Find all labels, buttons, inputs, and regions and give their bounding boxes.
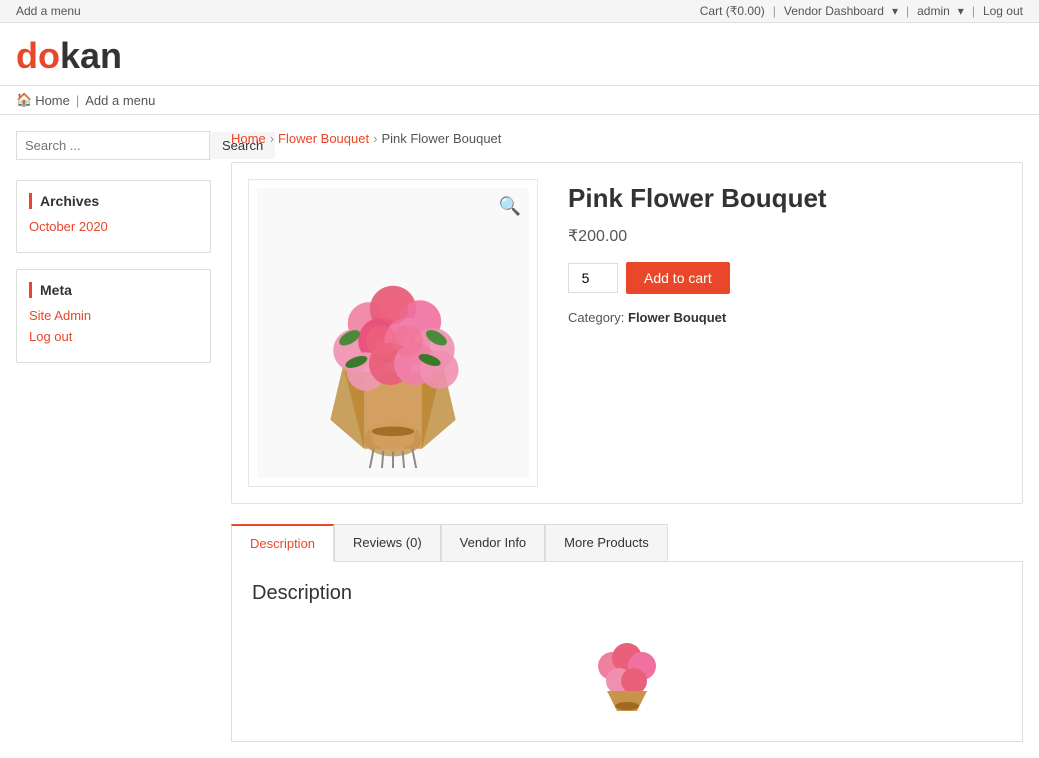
add-to-cart-button[interactable]: Add to cart: [626, 262, 730, 294]
product-section: 🔍: [231, 162, 1023, 504]
tab-reviews[interactable]: Reviews (0): [334, 524, 441, 562]
breadcrumb-sep1: ›: [270, 131, 274, 146]
nav-add-menu[interactable]: Add a menu: [85, 93, 155, 108]
meta-section: Meta Site Admin Log out: [16, 269, 211, 363]
product-image: 🔍: [257, 188, 529, 478]
admin-link[interactable]: admin: [917, 4, 950, 18]
logo-do: do: [16, 35, 60, 76]
site-admin-link[interactable]: Site Admin: [29, 308, 198, 323]
top-bar-right: Cart (₹0.00) | Vendor Dashboard ▾ | admi…: [700, 4, 1023, 18]
search-input[interactable]: [17, 132, 209, 159]
product-category: Category: Flower Bouquet: [568, 310, 1006, 325]
archives-section: Archives October 2020: [16, 180, 211, 253]
vendor-dashboard-link[interactable]: Vendor Dashboard: [784, 4, 884, 18]
description-heading: Description: [252, 582, 1002, 605]
tab-description[interactable]: Description: [231, 524, 334, 562]
description-image: [567, 621, 687, 721]
divider2: |: [906, 4, 909, 18]
product-image-svg: [273, 198, 513, 468]
main-nav: 🏠 Home | Add a menu: [0, 86, 1039, 115]
meta-title: Meta: [29, 282, 198, 298]
top-bar: Add a menu Cart (₹0.00) | Vendor Dashboa…: [0, 0, 1039, 23]
breadcrumb-current: Pink Flower Bouquet: [381, 131, 501, 146]
archives-title: Archives: [29, 193, 198, 209]
tab-content-description: Description: [231, 562, 1023, 742]
product-title: Pink Flower Bouquet: [568, 183, 1006, 214]
divider1: |: [773, 4, 776, 18]
breadcrumb-category[interactable]: Flower Bouquet: [278, 131, 369, 146]
nav-sep: |: [76, 93, 79, 108]
top-bar-left[interactable]: Add a menu: [16, 4, 81, 18]
category-label: Category:: [568, 310, 624, 325]
tabs: Description Reviews (0) Vendor Info More…: [231, 524, 1023, 742]
description-bouquet-svg: [577, 626, 677, 716]
archives-october-2020[interactable]: October 2020: [29, 219, 198, 234]
breadcrumb-sep2: ›: [373, 131, 377, 146]
breadcrumb-home[interactable]: Home: [231, 131, 266, 146]
dropdown-arrow1: ▾: [892, 4, 898, 18]
zoom-icon[interactable]: 🔍: [499, 196, 521, 217]
header: dokan: [0, 23, 1039, 86]
nav-home[interactable]: 🏠 Home: [16, 92, 70, 108]
tab-list: Description Reviews (0) Vendor Info More…: [231, 524, 1023, 562]
logout-link[interactable]: Log out: [983, 4, 1023, 18]
nav-home-label: Home: [35, 93, 70, 108]
dropdown-arrow2: ▾: [958, 4, 964, 18]
tab-more-products[interactable]: More Products: [545, 524, 668, 562]
home-icon: 🏠: [16, 92, 32, 108]
category-link[interactable]: Flower Bouquet: [628, 310, 726, 325]
content: Home › Flower Bouquet › Pink Flower Bouq…: [231, 131, 1023, 742]
product-details: Pink Flower Bouquet ₹200.00 Add to cart …: [568, 179, 1006, 487]
main-layout: Search Archives October 2020 Meta Site A…: [0, 115, 1039, 758]
sidebar: Search Archives October 2020 Meta Site A…: [16, 131, 211, 742]
product-image-container: 🔍: [248, 179, 538, 487]
cart-link[interactable]: Cart (₹0.00): [700, 4, 765, 18]
breadcrumb: Home › Flower Bouquet › Pink Flower Bouq…: [231, 131, 1023, 146]
logo-kan: kan: [60, 35, 122, 76]
divider3: |: [972, 4, 975, 18]
search-box: Search: [16, 131, 211, 160]
logo[interactable]: dokan: [16, 35, 1023, 77]
meta-logout-link[interactable]: Log out: [29, 329, 198, 344]
tab-vendor-info[interactable]: Vendor Info: [441, 524, 546, 562]
product-price: ₹200.00: [568, 226, 1006, 246]
quantity-input[interactable]: [568, 263, 618, 293]
add-to-cart-row: Add to cart: [568, 262, 1006, 294]
